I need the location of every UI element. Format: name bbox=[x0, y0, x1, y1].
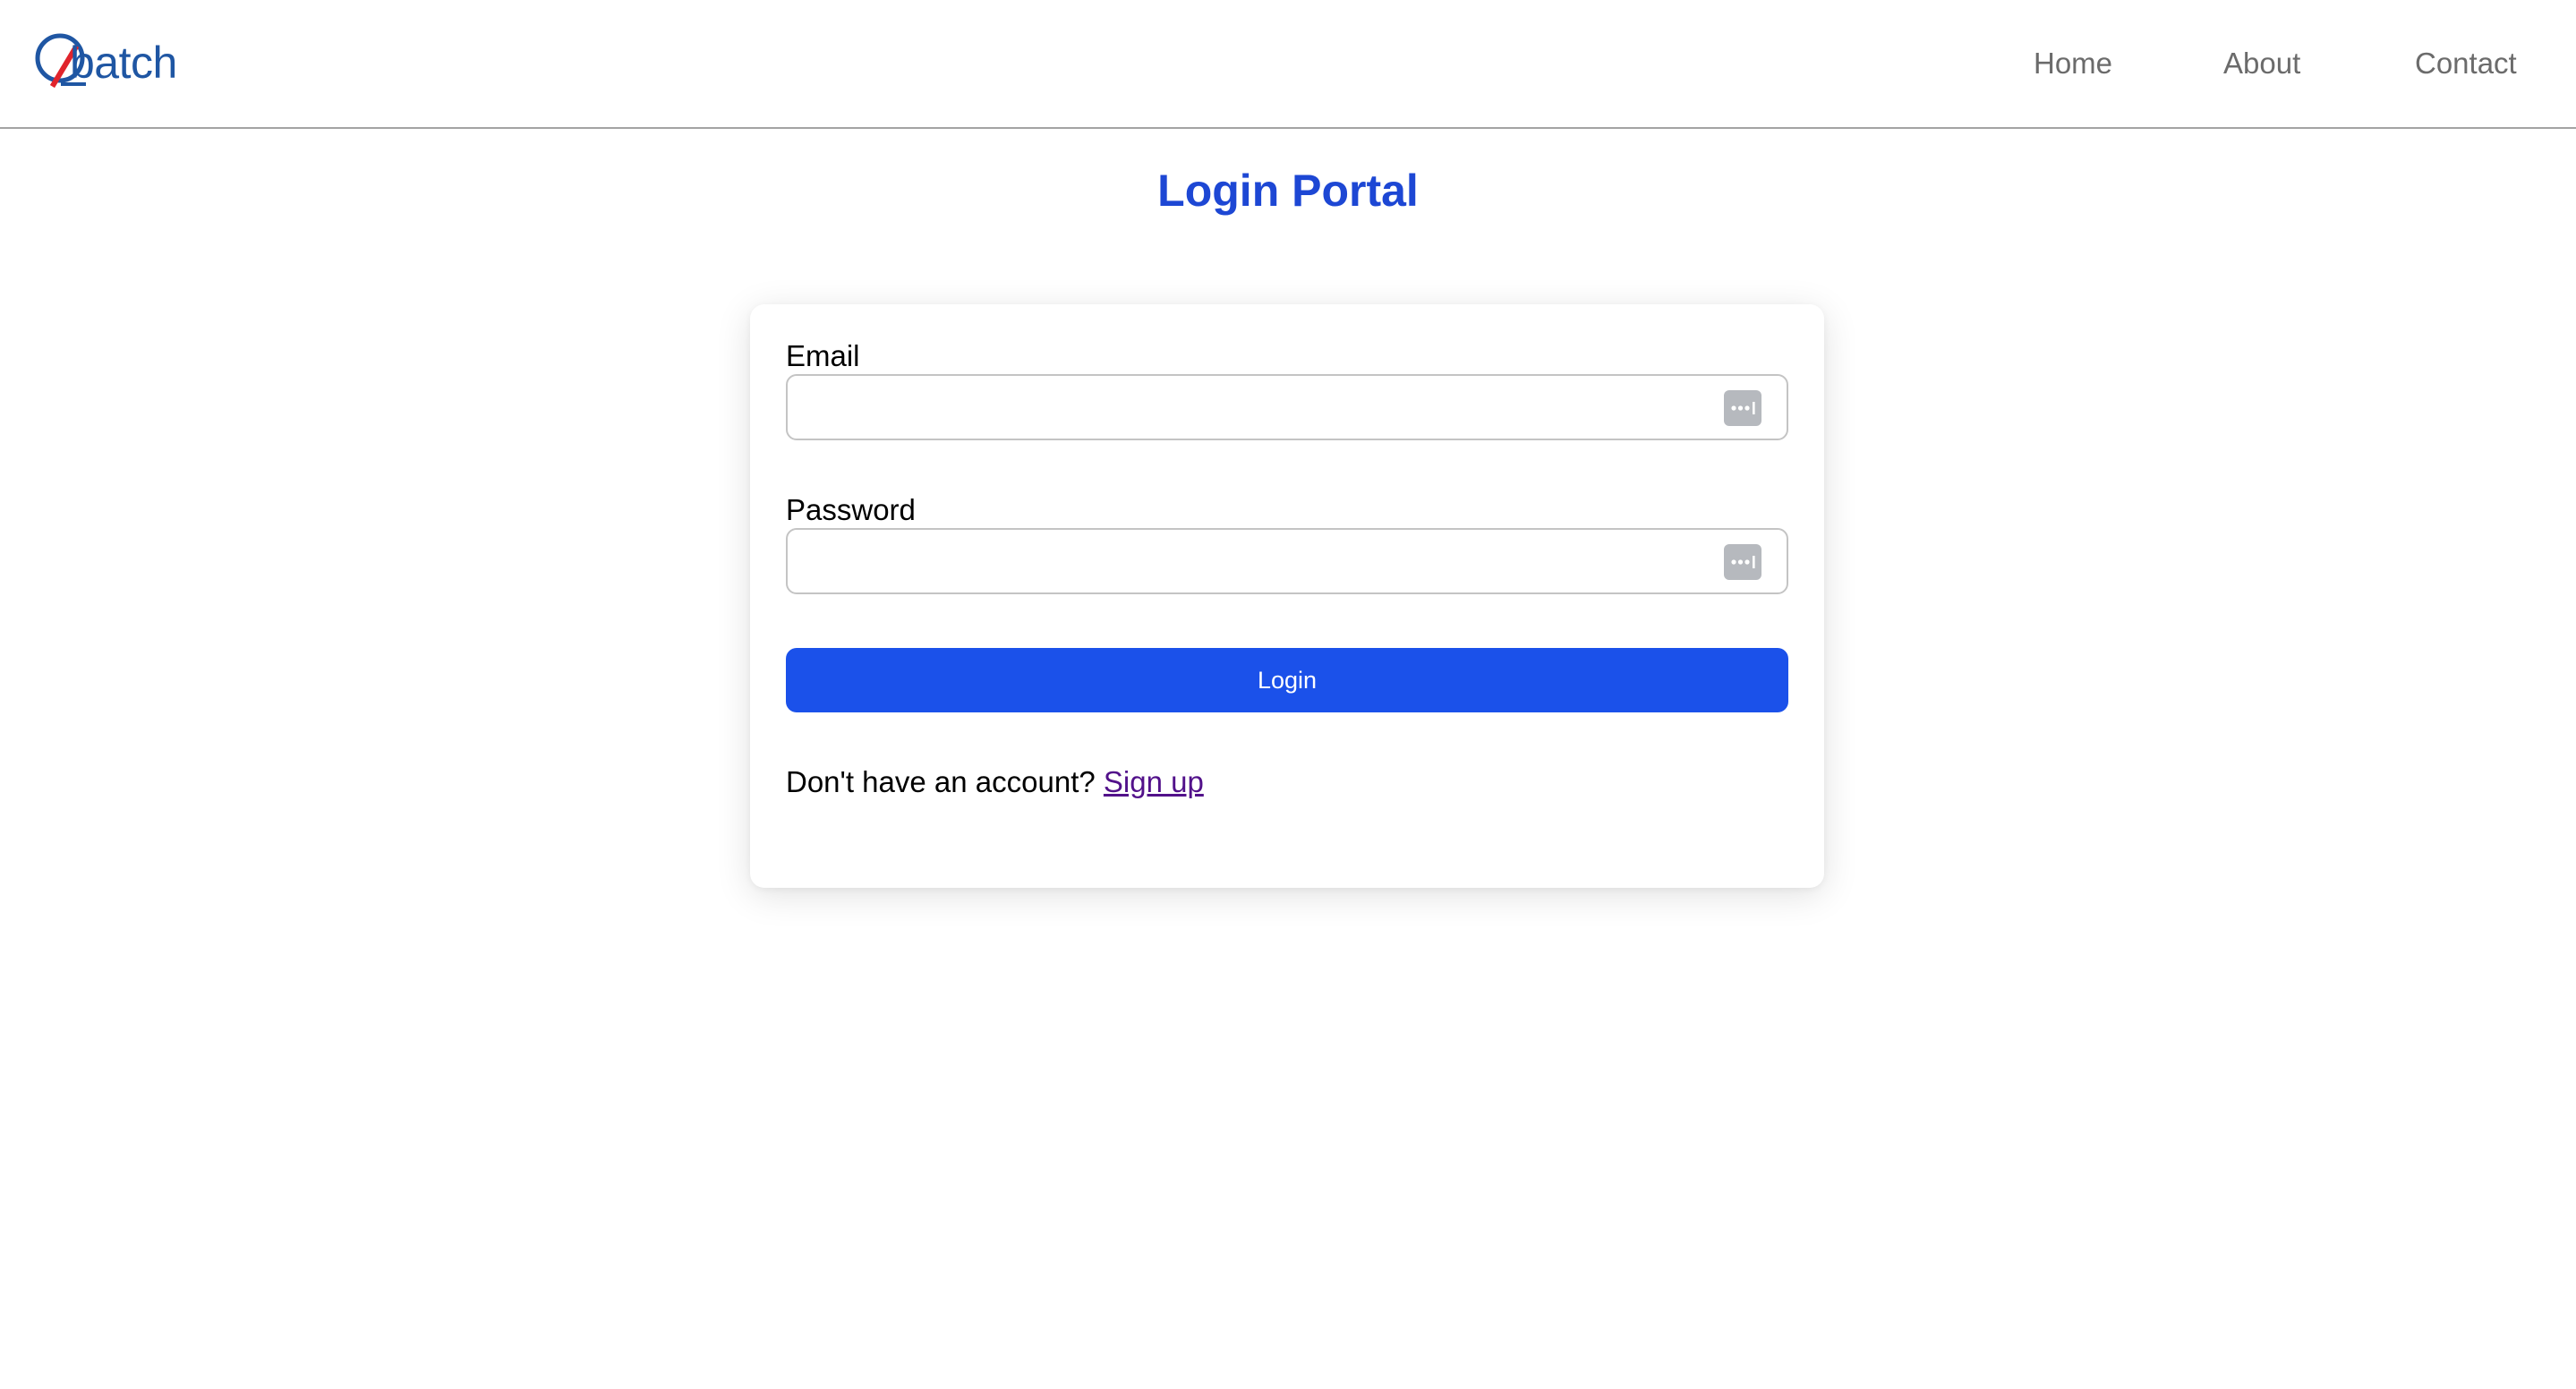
page-title: Login Portal bbox=[1157, 166, 1419, 216]
brand-logo[interactable]: batch bbox=[34, 29, 213, 89]
email-input[interactable] bbox=[800, 385, 1695, 430]
nav-about-link[interactable]: About bbox=[2223, 39, 2300, 88]
password-manager-icon[interactable] bbox=[1724, 390, 1761, 426]
email-label: Email bbox=[786, 339, 860, 372]
password-manager-icon[interactable] bbox=[1724, 544, 1761, 580]
email-field[interactable] bbox=[786, 374, 1788, 440]
site-header: batch Home About Contact bbox=[0, 0, 2576, 129]
signup-row: Don't have an account? Sign up bbox=[786, 764, 1204, 800]
signup-prompt: Don't have an account? bbox=[786, 765, 1096, 798]
signup-link[interactable]: Sign up bbox=[1104, 765, 1204, 798]
password-input[interactable] bbox=[800, 539, 1695, 584]
password-label: Password bbox=[786, 493, 916, 526]
login-button[interactable]: Login bbox=[786, 648, 1788, 712]
password-field[interactable] bbox=[786, 528, 1788, 594]
nav-home-link[interactable]: Home bbox=[2034, 39, 2112, 88]
nav-contact-link[interactable]: Contact bbox=[2415, 39, 2517, 88]
logo-text: batch bbox=[70, 38, 177, 88]
